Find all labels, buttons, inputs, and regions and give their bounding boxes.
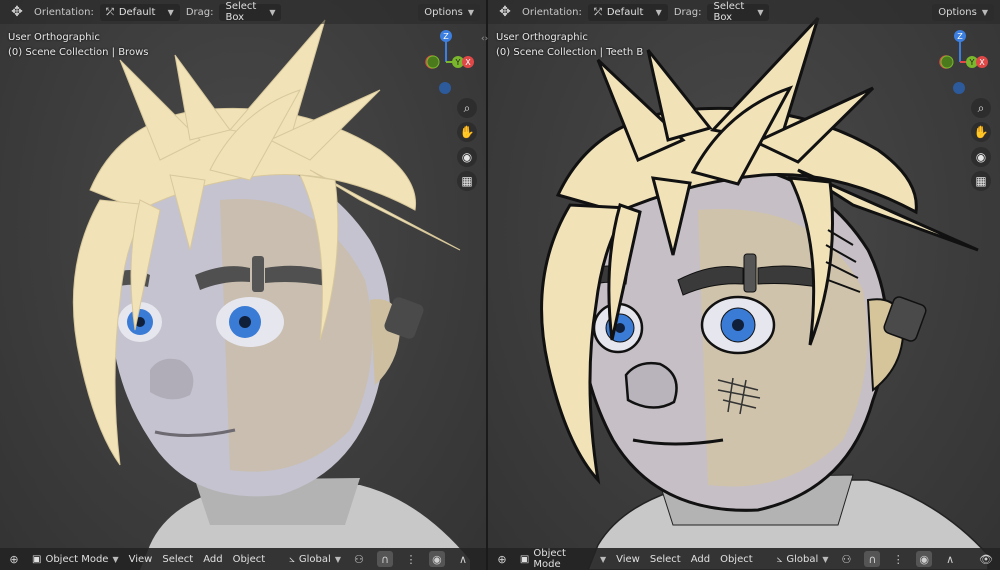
chevron-down-icon: ▼ bbox=[599, 554, 607, 564]
viewport-right[interactable]: ✥ Orientation: ⤱ Default ▼ Drag: Select … bbox=[488, 0, 1000, 570]
viewport-info: User Orthographic (0) Scene Collection |… bbox=[496, 30, 643, 60]
transform-orientation-icon: ⦣ bbox=[776, 553, 783, 565]
mode-dropdown[interactable]: ▣ Object Mode ▼ bbox=[32, 554, 119, 565]
chevron-down-icon: ▼ bbox=[757, 7, 764, 17]
snap-target-icon[interactable]: ⋮ bbox=[890, 551, 906, 567]
snap-target-icon[interactable]: ⋮ bbox=[403, 551, 419, 567]
gizmo-neg-z[interactable] bbox=[953, 82, 965, 94]
chevron-down-icon: ▼ bbox=[112, 554, 119, 564]
viewport-left[interactable]: ✥ Orientation: ⤱ Default ▼ Drag: Select … bbox=[0, 0, 486, 570]
options-button[interactable]: Options ▼ bbox=[418, 3, 480, 21]
view-name: User Orthographic bbox=[496, 32, 588, 43]
gizmo-z-label: Z bbox=[957, 32, 963, 41]
viewport-footer: ⊕ ▣ Object Mode ▼ View Select Add Object… bbox=[0, 548, 486, 570]
gizmo-y-label: Y bbox=[455, 58, 461, 67]
drag-label: Drag: bbox=[673, 6, 702, 18]
menu-view[interactable]: View bbox=[129, 554, 153, 565]
transform-orientation-value: Global bbox=[298, 553, 331, 565]
character-render-solid bbox=[72, 19, 470, 570]
drag-dropdown[interactable]: Select Box ▼ bbox=[707, 1, 770, 23]
pivot-icon[interactable]: ⚇ bbox=[351, 551, 367, 567]
gizmo-x-label: X bbox=[979, 58, 985, 67]
options-label: Options bbox=[424, 6, 463, 18]
mode-value: Object Mode bbox=[533, 548, 566, 570]
orientation-label: Orientation: bbox=[34, 6, 94, 18]
gizmo-y-label: Y bbox=[969, 58, 975, 67]
viewport-footer: ⊕ ▣ Object Mode ▼ View Select Add Object… bbox=[488, 548, 1000, 570]
camera-icon[interactable]: ◉ bbox=[457, 147, 477, 167]
orientation-dropdown[interactable]: ⤱ Default ▼ bbox=[99, 3, 180, 21]
falloff-icon[interactable]: ∧ bbox=[455, 551, 471, 567]
navigation-gizmo[interactable]: Z Y X bbox=[414, 28, 478, 84]
menu-select[interactable]: Select bbox=[650, 554, 681, 565]
transform-orientation-icon: ⦣ bbox=[289, 553, 295, 565]
hand-icon[interactable]: ✋ bbox=[971, 122, 991, 142]
viewport-header: ✥ Orientation: ⤱ Default ▼ Drag: Select … bbox=[0, 0, 486, 24]
gizmo-z-label: Z bbox=[443, 32, 449, 41]
orientation-value: Default bbox=[118, 6, 156, 18]
drag-value: Select Box bbox=[713, 1, 745, 23]
mode-value: Object Mode bbox=[45, 553, 109, 565]
chevron-down-icon: ▼ bbox=[167, 7, 174, 17]
menu-select[interactable]: Select bbox=[162, 554, 193, 565]
chevron-down-icon: ▼ bbox=[822, 554, 829, 564]
orientation-dropdown[interactable]: ⤱ Default ▼ bbox=[587, 3, 668, 21]
transform-orientation-dropdown[interactable]: ⦣ Global ▼ bbox=[777, 554, 829, 565]
proportional-icon[interactable]: ◉ bbox=[428, 551, 445, 567]
viewport-header: ✥ Orientation: ⤱ Default ▼ Drag: Select … bbox=[488, 0, 1000, 24]
chevron-down-icon: ▼ bbox=[467, 7, 474, 17]
navigation-gizmo[interactable]: Z Y X bbox=[928, 28, 992, 84]
falloff-icon[interactable]: ∧ bbox=[942, 551, 958, 567]
object-mode-icon: ▣ bbox=[32, 553, 42, 565]
grid-icon[interactable]: ▦ bbox=[457, 171, 477, 191]
transform-orientation-value: Global bbox=[786, 553, 819, 565]
viewport-info: User Orthographic (0) Scene Collection |… bbox=[8, 30, 148, 60]
hand-icon[interactable]: ✋ bbox=[457, 122, 477, 142]
menu-add[interactable]: Add bbox=[203, 554, 222, 565]
chevron-down-icon: ▼ bbox=[981, 7, 988, 17]
menu-add[interactable]: Add bbox=[691, 554, 710, 565]
pivot-icon[interactable]: ⚇ bbox=[838, 551, 854, 567]
object-mode-icon: ▣ bbox=[519, 553, 530, 565]
orientation-value: Default bbox=[606, 6, 644, 18]
chevron-down-icon: ▼ bbox=[655, 7, 662, 17]
transform-orientation-dropdown[interactable]: ⦣ Global ▼ bbox=[289, 554, 341, 565]
gizmo-x-label: X bbox=[465, 58, 471, 67]
collection-info: (0) Scene Collection | Brows bbox=[8, 47, 149, 58]
orientation-icon: ⤱ bbox=[105, 6, 114, 18]
mode-dropdown[interactable]: ▣ Object Mode ▼ bbox=[520, 548, 606, 570]
orientation-label: Orientation: bbox=[522, 6, 582, 18]
transform-icon[interactable]: ✥ bbox=[6, 3, 28, 21]
proportional-icon[interactable]: ◉ bbox=[916, 551, 933, 567]
chevron-down-icon: ▼ bbox=[334, 554, 341, 564]
zoom-icon[interactable]: ⌕ bbox=[971, 98, 991, 118]
chevron-down-icon: ▼ bbox=[269, 7, 276, 17]
editor-type-icon[interactable]: ⊕ bbox=[494, 551, 510, 567]
character-render-outlined bbox=[540, 16, 989, 570]
grid-icon[interactable]: ▦ bbox=[971, 171, 991, 191]
menu-object[interactable]: Object bbox=[233, 554, 266, 565]
transform-icon[interactable]: ✥ bbox=[494, 3, 516, 21]
snap-icon[interactable]: ∩ bbox=[864, 551, 881, 567]
editor-type-icon[interactable]: ⊕ bbox=[6, 551, 22, 567]
drag-label: Drag: bbox=[185, 6, 214, 18]
drag-dropdown[interactable]: Select Box ▼ bbox=[219, 1, 282, 23]
view-name: User Orthographic bbox=[8, 32, 100, 43]
drag-value: Select Box bbox=[225, 1, 257, 23]
collection-info: (0) Scene Collection | Teeth B bbox=[496, 47, 644, 58]
options-button[interactable]: Options ▼ bbox=[932, 3, 994, 21]
options-label: Options bbox=[938, 6, 977, 18]
camera-icon[interactable]: ◉ bbox=[971, 147, 991, 167]
menu-object[interactable]: Object bbox=[720, 554, 753, 565]
visibility-icon[interactable]: 👁 bbox=[978, 551, 994, 567]
gizmo-neg-z[interactable] bbox=[439, 82, 451, 94]
orientation-icon: ⤱ bbox=[593, 6, 602, 18]
menu-view[interactable]: View bbox=[616, 554, 640, 565]
zoom-icon[interactable]: ⌕ bbox=[457, 98, 477, 118]
snap-icon[interactable]: ∩ bbox=[376, 551, 393, 567]
